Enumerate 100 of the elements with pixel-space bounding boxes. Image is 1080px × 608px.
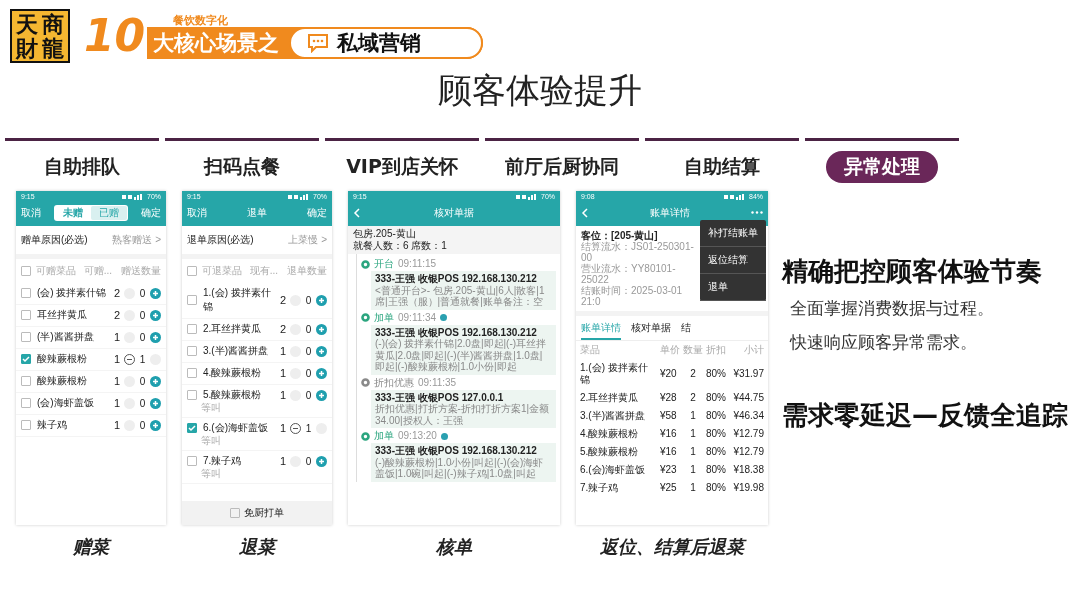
table-cell-text: 6.(会)海虾盖饭 (580, 464, 646, 476)
item-checkbox[interactable] (21, 398, 31, 408)
highlight-text: 需求零延迟—反馈全追踪 (782, 399, 1068, 432)
scene-tab[interactable]: 异常处理 (826, 151, 938, 183)
table-cell-text: 80% (706, 446, 727, 458)
item-checkbox[interactable] (21, 332, 31, 342)
logo-character: 財 (14, 36, 39, 60)
guest-count: 就餐人数：6 席数：1 (353, 240, 448, 252)
item-checkbox[interactable] (21, 354, 31, 364)
item-checkbox[interactable] (21, 310, 31, 320)
item-checkbox[interactable] (187, 456, 197, 466)
dish-name: 7.辣子鸡 (203, 454, 243, 468)
table-cell-text: ¥18.38 (732, 464, 764, 476)
table-cell-text: 80% (706, 410, 727, 422)
plus-button[interactable] (150, 309, 161, 321)
minus-button[interactable] (124, 353, 135, 365)
item-checkbox[interactable] (187, 368, 197, 378)
item-checkbox[interactable] (187, 324, 197, 334)
dish-quantity: 1 (279, 389, 286, 401)
bill-tab[interactable]: 结 (681, 321, 691, 340)
dish-name: (会) 拨拌素什锦 (37, 286, 108, 300)
dish-note: 等叫 (201, 435, 222, 446)
dish-quantity: 1 (113, 331, 120, 343)
plus-button[interactable] (316, 323, 327, 335)
dish-quantity: 1 (113, 419, 120, 431)
menu-item[interactable]: 退单 (700, 274, 766, 301)
back-icon[interactable] (581, 207, 588, 218)
screen-title: 核对单据 (434, 205, 474, 220)
column-header: 退单数量 (287, 264, 327, 278)
back-icon[interactable] (353, 207, 360, 218)
menu-item[interactable]: 补打结账单 (700, 220, 766, 247)
select-all-checkbox[interactable] (187, 266, 197, 276)
dish-note: 等叫 (201, 402, 222, 413)
dish-quantity: 1 (279, 455, 286, 467)
event-time: 09:11:15 (398, 258, 437, 270)
table-cell-text: ¥16 (660, 446, 678, 458)
dish-count: 0 (305, 389, 312, 401)
event-time: 09:11:34 (398, 311, 437, 324)
plus-button[interactable] (150, 397, 161, 409)
dish-name: 酸辣蕨根粉 (37, 374, 88, 388)
dish-quantity: 1 (113, 353, 120, 365)
item-checkbox[interactable] (21, 288, 31, 298)
screen-title: 账单详情 (649, 205, 690, 220)
highlight-text: 精确把控顾客体验节奏 (782, 255, 1043, 288)
select-all-checkbox[interactable] (21, 266, 31, 276)
highlight-text: 快速响应顾客异常需求。 (788, 331, 978, 354)
table-cell-text: 80% (706, 464, 727, 476)
plus-button[interactable] (316, 294, 327, 306)
banner-subtitle: 餐饮数字化 (173, 13, 229, 27)
minus-button[interactable] (290, 422, 301, 434)
item-checkbox[interactable] (21, 376, 31, 386)
event-detail: <普通开台>- 包房.205-黄山|6人|散客|1席|王强（服）|普通就餐|账单备注：空 (375, 284, 546, 308)
item-checkbox[interactable] (187, 346, 197, 356)
event-detail: 折扣优惠|打折方案-折扣打折方案1|金额34.00|授权人：王强 (375, 403, 551, 426)
dish-count: 0 (305, 367, 312, 379)
column-header: 赠送数量 (121, 264, 161, 278)
screen-title: 退单 (247, 205, 267, 220)
item-checkbox[interactable] (21, 420, 31, 430)
dish-name: 酸辣蕨根粉 (37, 352, 88, 366)
plus-button[interactable] (150, 375, 161, 387)
plus-button[interactable] (316, 389, 327, 401)
plus-button[interactable] (316, 345, 327, 357)
table-cell-text: ¥31.97 (732, 368, 764, 380)
scene-tab[interactable]: 自助结算 (666, 151, 778, 183)
scene-tab[interactable]: 前厅后厨协同 (487, 151, 637, 183)
table-cell-text: ¥12.79 (732, 446, 764, 458)
event-label: 加单 (374, 430, 394, 442)
plus-button[interactable] (316, 367, 327, 379)
plus-button[interactable] (150, 331, 161, 343)
table-cell-text: 2 (689, 392, 697, 404)
column-header: 菜品 (580, 344, 601, 356)
scene-tab[interactable]: 扫码点餐 (186, 151, 298, 183)
reason-label: 退单原因(必选) (187, 233, 254, 247)
item-checkbox[interactable] (187, 390, 197, 400)
event-detail: (-)(会) 拨拌素什锦|2.0盘|即起|(-)耳丝拌黄瓜|2.0盘|即起|(-)(半)酱酱拼盘|1.0盘|即起|(-)酸辣蕨根粉|1.0小份|即起 (375, 338, 548, 373)
menu-item[interactable]: 返位结算 (700, 247, 766, 274)
plus-button[interactable] (150, 287, 161, 299)
event-source: 333-王强 收银POS 192.168.130.212 (375, 326, 537, 338)
dish-count: 1 (139, 353, 146, 365)
table-cell-text: 2 (689, 368, 697, 380)
bill-tab[interactable]: 核对单据 (631, 321, 671, 340)
item-checkbox[interactable] (187, 295, 197, 305)
more-icon[interactable] (751, 211, 763, 214)
dish-name: 3.(半)酱酱拼盘 (203, 344, 269, 358)
item-checkbox[interactable] (187, 423, 197, 433)
scene-tab[interactable]: 自助排队 (26, 151, 138, 183)
scene-tab[interactable]: VIP到店关怀 (328, 151, 476, 183)
footer-label: 免厨打单 (244, 506, 284, 520)
highlight-text: 全面掌握消费数据与过程。 (789, 297, 995, 320)
checkbox[interactable] (230, 508, 240, 518)
dish-quantity: 2 (113, 287, 120, 299)
column-header: 单价 (660, 344, 680, 356)
dish-count: 0 (139, 331, 146, 343)
table-cell-text: 1.(会) 拨拌素什锦 (580, 362, 649, 386)
logo-character: 天 (15, 12, 39, 36)
dish-quantity: 1 (113, 397, 120, 409)
bill-info: 结账时间：2025-03-01 21:0 (581, 285, 684, 307)
plus-button[interactable] (150, 419, 161, 431)
plus-button[interactable] (316, 455, 327, 467)
event-source: 333-王强 收银POS 192.168.130.212 (375, 445, 538, 457)
